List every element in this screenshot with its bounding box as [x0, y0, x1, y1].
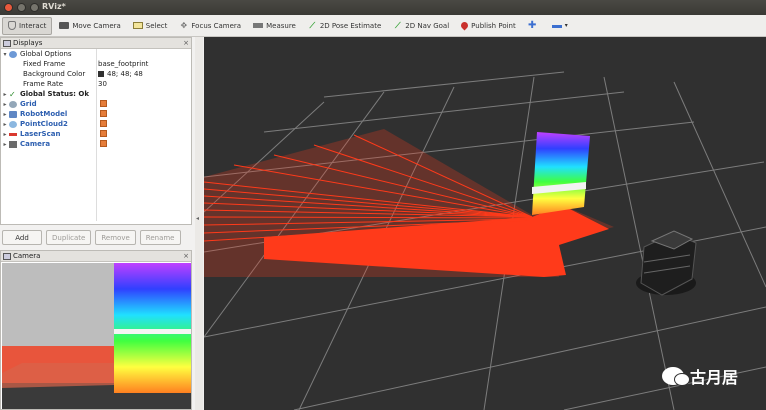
tool-measure[interactable]: Measure	[248, 17, 301, 35]
expand-right-icon[interactable]: ▸	[1, 101, 9, 108]
tree-row-global-status[interactable]: ▸ ✓ Global Status: Ok	[1, 89, 191, 99]
move-camera-icon	[59, 22, 70, 29]
camera-panel: Camera ×	[0, 250, 192, 410]
monitor-icon	[3, 40, 11, 47]
display-tree: ▾ Global Options Fixed Frame base_footpr…	[1, 49, 191, 149]
tree-row-laserscan[interactable]: ▸ LaserScan	[1, 129, 191, 139]
close-panel-icon[interactable]: ×	[183, 251, 189, 262]
checkmark-icon: ✓	[9, 89, 16, 99]
plus-icon: ✚	[528, 20, 537, 31]
tree-row-robotmodel[interactable]: ▸ RobotModel	[1, 109, 191, 119]
3d-viewport[interactable]: 古月居	[204, 37, 766, 410]
camera-panel-header: Camera ×	[1, 251, 191, 262]
3d-scene	[204, 37, 766, 410]
watermark: 古月居	[661, 364, 738, 388]
camera-icon	[9, 140, 17, 148]
displays-button-bar: Add Duplicate Remove Rename	[0, 228, 192, 248]
point-cloud-wall	[532, 132, 590, 215]
laserscan-enabled-checkbox[interactable]	[100, 130, 107, 137]
tool-2d-nav-goal[interactable]: ⟋ 2D Nav Goal	[388, 17, 454, 35]
displays-panel: Displays × ▾ Global Options Fixed Frame …	[0, 37, 192, 225]
tool-2d-pose-estimate[interactable]: ⟋ 2D Pose Estimate	[303, 17, 386, 35]
close-panel-icon[interactable]: ×	[183, 38, 189, 49]
add-button[interactable]: Add	[2, 230, 42, 245]
window-title: RViz*	[42, 2, 66, 11]
tool-select[interactable]: Select	[128, 17, 173, 35]
tool-add[interactable]: ✚	[523, 17, 545, 35]
focus-camera-icon: ✥	[180, 21, 188, 30]
remove-button[interactable]: Remove	[95, 230, 136, 245]
tool-publish-point[interactable]: Publish Point	[456, 17, 521, 35]
duplicate-button[interactable]: Duplicate	[46, 230, 92, 245]
measure-icon	[253, 23, 264, 28]
chevron-down-icon: ▾	[564, 22, 568, 29]
camera-image-view[interactable]	[2, 263, 191, 409]
expand-right-icon[interactable]: ▸	[1, 111, 9, 118]
tool-remove-menu[interactable]: ▾	[547, 17, 573, 35]
maximize-window-icon[interactable]	[30, 3, 39, 12]
expand-right-icon[interactable]: ▸	[1, 91, 9, 98]
camera-image	[2, 263, 191, 409]
minimize-window-icon[interactable]	[17, 3, 26, 12]
fixed-frame-value[interactable]: base_footprint	[98, 60, 148, 68]
expand-right-icon[interactable]: ▸	[1, 141, 9, 148]
tree-row-pointcloud2[interactable]: ▸ PointCloud2	[1, 119, 191, 129]
toolbar: Interact Move Camera Select ✥ Focus Came…	[0, 15, 766, 37]
robotmodel-enabled-checkbox[interactable]	[100, 110, 107, 117]
color-swatch	[98, 71, 104, 77]
camera-enabled-checkbox[interactable]	[100, 140, 107, 147]
laser-scan-icon	[9, 132, 17, 136]
point-cloud-icon	[9, 120, 17, 128]
nav-goal-icon: ⟋	[394, 21, 401, 30]
rename-button[interactable]: Rename	[139, 230, 181, 245]
globe-icon	[9, 50, 17, 58]
pointcloud2-enabled-checkbox[interactable]	[100, 120, 107, 127]
tool-move-camera[interactable]: Move Camera	[54, 17, 125, 35]
frame-rate-value[interactable]: 30	[98, 80, 107, 88]
tree-row-background-color[interactable]: Background Color 48; 48; 48	[1, 69, 191, 79]
pose-estimate-icon: ⟋	[309, 21, 316, 30]
tree-row-grid[interactable]: ▸ Grid	[1, 99, 191, 109]
collapse-arrow-icon[interactable]: ◂	[196, 215, 199, 222]
title-bar: RViz*	[0, 0, 766, 15]
minus-icon	[551, 25, 562, 28]
camera-panel-icon	[3, 253, 11, 260]
expand-right-icon[interactable]: ▸	[1, 121, 9, 128]
close-window-icon[interactable]	[4, 3, 13, 12]
background-color-value[interactable]: 48; 48; 48	[98, 70, 143, 78]
displays-panel-header: Displays ×	[1, 38, 191, 49]
tree-row-fixed-frame[interactable]: Fixed Frame base_footprint	[1, 59, 191, 69]
hand-icon	[8, 21, 16, 30]
publish-point-icon	[459, 20, 470, 31]
tree-row-global-options[interactable]: ▾ Global Options	[1, 49, 191, 59]
panel-splitter[interactable]: ◂	[195, 37, 203, 410]
tree-row-frame-rate[interactable]: Frame Rate 30	[1, 79, 191, 89]
tool-focus-camera[interactable]: ✥ Focus Camera	[174, 17, 246, 35]
select-icon	[132, 22, 143, 29]
expand-right-icon[interactable]: ▸	[1, 131, 9, 138]
tool-interact[interactable]: Interact	[2, 16, 53, 35]
grid-icon	[9, 100, 17, 108]
expand-down-icon[interactable]: ▾	[1, 51, 9, 58]
tree-row-camera[interactable]: ▸ Camera	[1, 139, 191, 149]
chat-bubble-icon	[661, 367, 690, 386]
grid-enabled-checkbox[interactable]	[100, 100, 107, 107]
robot-model-icon	[9, 110, 17, 118]
